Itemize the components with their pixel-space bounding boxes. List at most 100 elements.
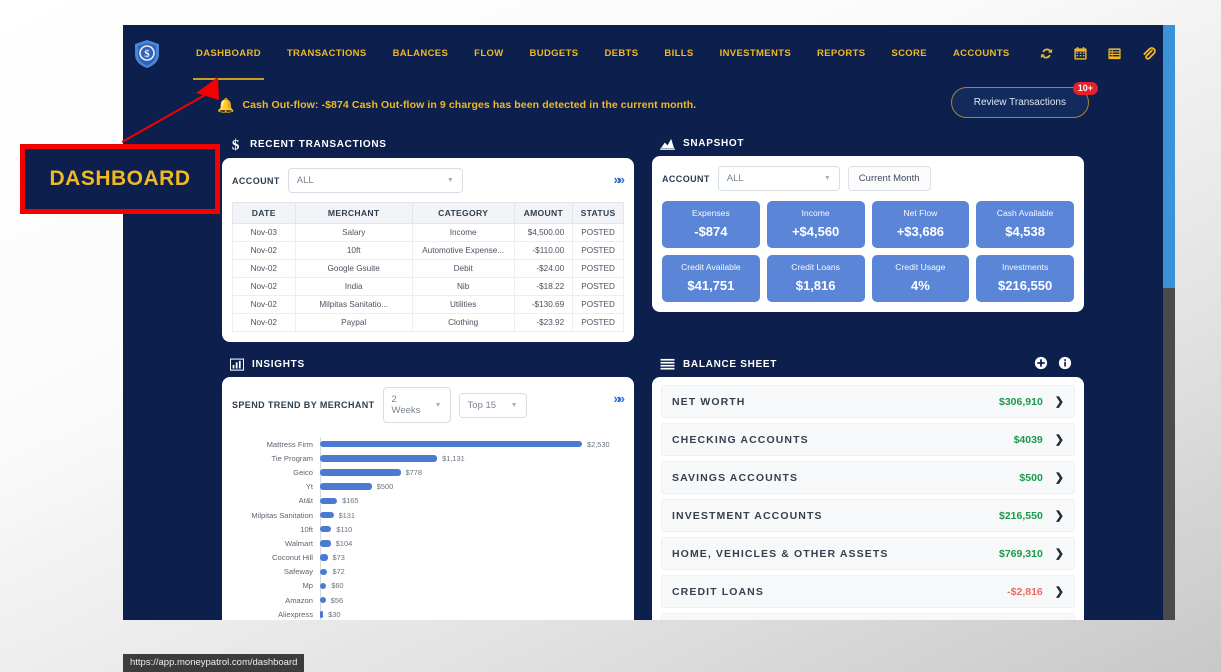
- table-row[interactable]: Nov-03 Salary Income $4,500.00 POSTED: [233, 224, 624, 242]
- balance-row-net-worth[interactable]: NET WORTH $306,910 ❯: [661, 385, 1075, 418]
- snapshot-tile-credit-available[interactable]: Credit Available $41,751: [662, 255, 760, 302]
- chart-bar-row[interactable]: Amazon$56: [232, 593, 624, 607]
- chart-bar[interactable]: [320, 455, 437, 462]
- transactions-more-icon[interactable]: »»: [614, 172, 622, 187]
- nav-item-flow[interactable]: FLOW: [461, 44, 516, 63]
- chart-bar[interactable]: [320, 569, 327, 576]
- insights-title: INSIGHTS: [252, 359, 305, 370]
- nav-item-accounts[interactable]: ACCOUNTS: [940, 44, 1023, 63]
- snapshot-account-select[interactable]: ALL ▼: [718, 166, 840, 191]
- insights-period-select[interactable]: 2 Weeks ▼: [383, 387, 451, 423]
- transactions-account-select[interactable]: ALL ▼: [288, 168, 463, 193]
- top-navigation-bar: $ DASHBOARD TRANSACTIONS BALANCES FLOW B…: [123, 25, 1175, 82]
- chart-bar-row[interactable]: Tie Program$1,131: [232, 451, 624, 465]
- nav-item-dashboard[interactable]: DASHBOARD: [183, 44, 274, 63]
- balance-sheet-panel: BALANCE SHEET: [652, 352, 1084, 620]
- chart-bar[interactable]: [320, 611, 323, 618]
- balance-row-home-vehicles-other-assets[interactable]: HOME, VEHICLES & OTHER ASSETS $769,310 ❯: [661, 537, 1075, 570]
- paperclip-icon[interactable]: [1141, 46, 1156, 61]
- snapshot-tile-credit-usage[interactable]: Credit Usage 4%: [872, 255, 970, 302]
- chart-bar-row[interactable]: Mp$60: [232, 579, 624, 593]
- shield-dollar-logo[interactable]: $: [133, 38, 161, 70]
- tile-value: 4%: [876, 278, 966, 293]
- insights-subtitle: SPEND TREND BY MERCHANT: [232, 400, 375, 410]
- chart-bar-row[interactable]: Mattress Firm$2,530: [232, 437, 624, 451]
- chart-bar-label: At&t: [232, 496, 320, 505]
- chart-bar-value: $110: [336, 525, 352, 534]
- calendar-icon[interactable]: [1073, 46, 1088, 61]
- chart-bar-row[interactable]: Coconut Hill$73: [232, 551, 624, 565]
- table-row[interactable]: Nov-02 Paypal Clothing -$23.92 POSTED: [233, 314, 624, 332]
- nav-item-investments[interactable]: INVESTMENTS: [707, 44, 804, 63]
- balance-row-checking-accounts[interactable]: CHECKING ACCOUNTS $4039 ❯: [661, 423, 1075, 456]
- table-row[interactable]: Nov-02 India Nib -$18.22 POSTED: [233, 278, 624, 296]
- insights-more-icon[interactable]: »»: [614, 391, 622, 406]
- chart-bar-row[interactable]: Geico$778: [232, 465, 624, 479]
- table-row[interactable]: Nov-02 Milpitas Sanitatio... Utilities -…: [233, 296, 624, 314]
- info-circle-icon[interactable]: [1058, 356, 1072, 373]
- balance-row-mortgage-other-debts-loans[interactable]: MORTGAGE, OTHER DEBTS & LOANS -$681,673 …: [661, 613, 1075, 620]
- plus-circle-icon[interactable]: [1034, 356, 1048, 373]
- review-transactions-button[interactable]: Review Transactions: [951, 87, 1089, 118]
- cell-status: POSTED: [573, 296, 624, 314]
- chart-bar-row[interactable]: Milpitas Sanitation$131: [232, 508, 624, 522]
- chart-bar-row[interactable]: Yt$500: [232, 480, 624, 494]
- vertical-scrollbar-thumb[interactable]: [1163, 25, 1175, 288]
- balance-row-investment-accounts[interactable]: INVESTMENT ACCOUNTS $216,550 ❯: [661, 499, 1075, 532]
- chart-bar[interactable]: [320, 469, 401, 476]
- balance-row-value: $216,550: [999, 510, 1043, 522]
- chart-bar-row[interactable]: Safeway$72: [232, 565, 624, 579]
- balance-row-value: $769,310: [999, 548, 1043, 560]
- nav-item-debts[interactable]: DEBTS: [591, 44, 651, 63]
- chart-bar[interactable]: [320, 483, 372, 490]
- chart-bar[interactable]: [320, 540, 331, 547]
- chart-bar[interactable]: [320, 583, 326, 590]
- snapshot-tile-net-flow[interactable]: Net Flow +$3,686: [872, 201, 970, 248]
- chart-bar[interactable]: [320, 441, 582, 448]
- snapshot-tile-income[interactable]: Income +$4,560: [767, 201, 865, 248]
- chart-bar[interactable]: [320, 498, 337, 505]
- balance-sheet-header: BALANCE SHEET: [652, 352, 1084, 377]
- chart-bar-row[interactable]: Walmart$104: [232, 536, 624, 550]
- snapshot-account-label: ACCOUNT: [662, 174, 710, 184]
- chart-bar-row[interactable]: Aliexpress$30: [232, 607, 624, 620]
- nav-item-bills[interactable]: BILLS: [651, 44, 706, 63]
- chart-bar-value: $165: [342, 496, 358, 505]
- chart-bar[interactable]: [320, 597, 326, 604]
- tile-value: $1,816: [771, 278, 861, 293]
- insights-filter-row: SPEND TREND BY MERCHANT 2 Weeks ▼ Top 15…: [232, 387, 624, 423]
- nav-icon-group: [1039, 46, 1175, 61]
- table-row[interactable]: Nov-02 10ft Automotive Expense... -$110.…: [233, 242, 624, 260]
- tile-label: Credit Loans: [771, 262, 861, 272]
- snapshot-period-button[interactable]: Current Month: [848, 166, 931, 191]
- chart-bar-row[interactable]: 10ft$110: [232, 522, 624, 536]
- snapshot-tile-expenses[interactable]: Expenses -$874: [662, 201, 760, 248]
- chart-bar-value: $104: [336, 539, 352, 548]
- balance-row-credit-loans[interactable]: CREDIT LOANS -$2,816 ❯: [661, 575, 1075, 608]
- insights-top-select[interactable]: Top 15 ▼: [459, 393, 527, 418]
- chart-bar-row[interactable]: At&t $165: [232, 494, 624, 508]
- refresh-icon[interactable]: [1039, 46, 1054, 61]
- table-row[interactable]: Nov-02 Google Gsuite Debit -$24.00 POSTE…: [233, 260, 624, 278]
- nav-item-score[interactable]: SCORE: [878, 44, 940, 63]
- chart-bar-track: $60: [320, 581, 624, 590]
- nav-item-balances[interactable]: BALANCES: [380, 44, 462, 63]
- snapshot-tile-credit-loans[interactable]: Credit Loans $1,816: [767, 255, 865, 302]
- chart-bar-track: $500: [320, 482, 624, 491]
- nav-item-reports[interactable]: REPORTS: [804, 44, 878, 63]
- chart-bar[interactable]: [320, 526, 331, 533]
- chart-bar-value: $500: [377, 482, 393, 491]
- snapshot-tile-cash-available[interactable]: Cash Available $4,538: [976, 201, 1074, 248]
- chart-bar[interactable]: [320, 554, 328, 561]
- nav-item-transactions[interactable]: TRANSACTIONS: [274, 44, 380, 63]
- chevron-down-icon: ▼: [447, 177, 454, 184]
- snapshot-body: ACCOUNT ALL ▼ Current Month Expenses -$8…: [652, 156, 1084, 312]
- cell-category: Income: [412, 224, 514, 242]
- snapshot-tile-investments[interactable]: Investments $216,550: [976, 255, 1074, 302]
- nav-item-budgets[interactable]: BUDGETS: [517, 44, 592, 63]
- chart-bar-label: Milpitas Sanitation: [232, 511, 320, 520]
- balance-row-savings-accounts[interactable]: SAVINGS ACCOUNTS $500 ❯: [661, 461, 1075, 494]
- list-icon[interactable]: [1107, 46, 1122, 61]
- chart-bar[interactable]: [320, 512, 334, 519]
- balance-sheet-body: NET WORTH $306,910 ❯ CHECKING ACCOUNTS $…: [652, 377, 1084, 620]
